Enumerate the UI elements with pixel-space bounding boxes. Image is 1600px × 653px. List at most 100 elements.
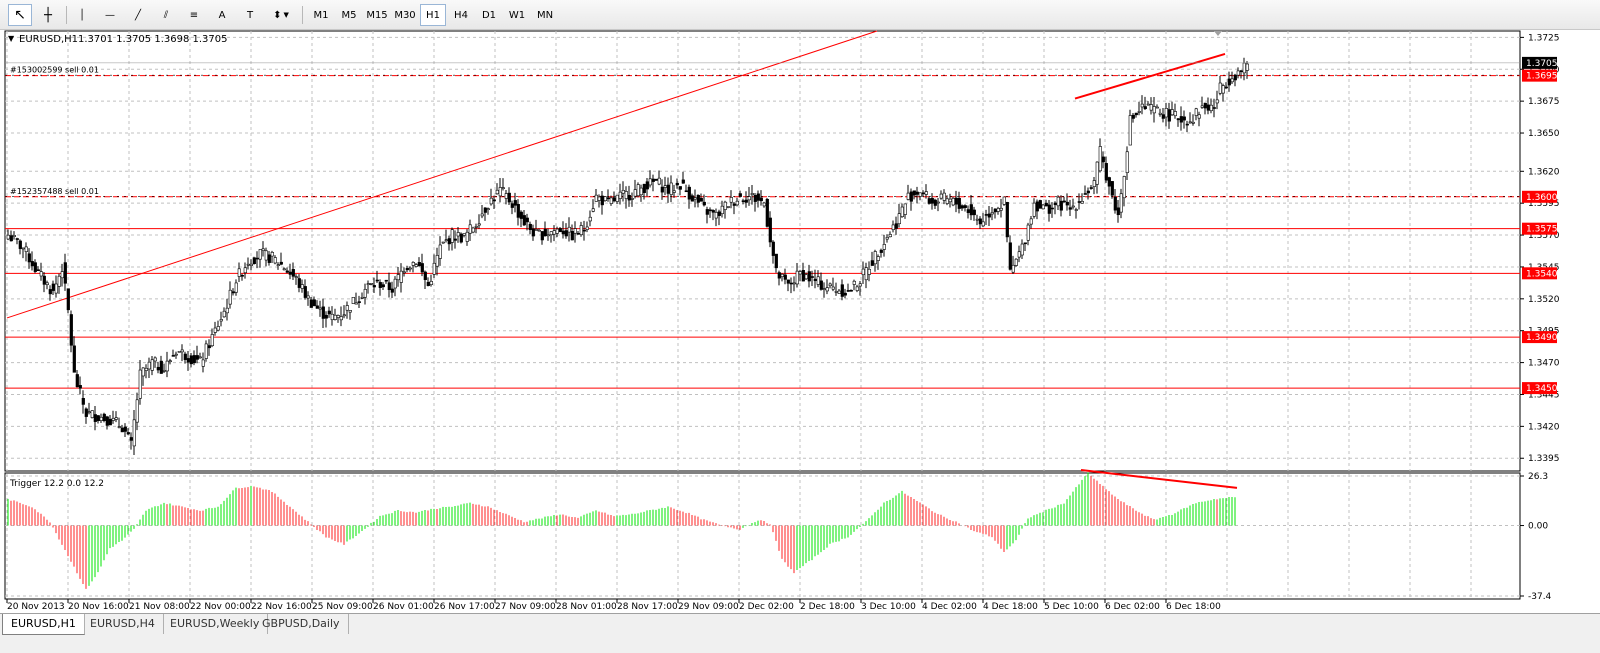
candle-body (939, 193, 943, 199)
tab-eurusd-h1[interactable]: EURUSD,H1 (2, 614, 85, 635)
candle-body (375, 279, 379, 282)
indicator-header: Trigger 12.2 0.0 12.2 (9, 479, 104, 489)
candle-body (783, 274, 787, 280)
candle-body (1131, 114, 1135, 119)
candle-body (102, 413, 106, 421)
vertical-line-button[interactable]: │ (70, 4, 94, 26)
candle-body (576, 232, 580, 235)
candle-body (438, 244, 442, 259)
level-price-label: 1.3695 (1526, 72, 1558, 82)
price-tick-label: 1.3675 (1528, 97, 1560, 107)
timeframe-m30[interactable]: M30 (392, 4, 418, 26)
chart-window[interactable]: #153002599 sell 0.01 #152357488 sell 0.01… (0, 30, 1600, 613)
candle-body (873, 251, 877, 265)
candle-body (180, 349, 184, 353)
candle-body (63, 262, 67, 284)
candle-body (540, 231, 544, 241)
chart-menu-icon[interactable]: ▼ (8, 34, 15, 43)
candle-body (18, 240, 22, 249)
timeframe-m5[interactable]: M5 (336, 4, 362, 26)
timeframe-m1[interactable]: M1 (308, 4, 334, 26)
candle-body (585, 226, 589, 230)
candle-body (579, 225, 583, 235)
candle-body (417, 262, 421, 267)
timeframe-w1[interactable]: W1 (504, 4, 530, 26)
candle-body (834, 291, 838, 293)
candle-body (786, 279, 790, 284)
tab-gbpusd-daily[interactable]: GBPUSD,Daily (254, 614, 349, 634)
candle-body (1071, 205, 1075, 208)
candle-body (1200, 105, 1204, 108)
candle-body (672, 190, 676, 193)
candle-body (381, 284, 385, 288)
candle-body (351, 297, 355, 304)
time-tick-label: 3 Dec 10:00 (861, 602, 916, 612)
toolbar: ↖ ┼ │ — ╱ ⫽ ≡ A T ⬍ ▼ M1 M5 M15 M30 H1 H4 D1 W1… (0, 0, 1600, 30)
timeframe-h4[interactable]: H4 (448, 4, 474, 26)
candle-body (288, 271, 292, 275)
candle-body (432, 262, 436, 275)
candle-body (651, 178, 655, 182)
candle-body (1242, 62, 1246, 74)
candle-body (885, 237, 889, 240)
candle-body (1206, 104, 1210, 111)
candle-body (864, 267, 868, 281)
timeframe-m15[interactable]: M15 (364, 4, 390, 26)
candle-body (612, 197, 616, 202)
fibonacci-button[interactable]: ≡ (182, 4, 206, 26)
candle-body (219, 319, 223, 322)
candle-body (600, 195, 604, 206)
candle-body (468, 224, 472, 234)
candle-body (315, 305, 319, 309)
chart-svg[interactable]: #153002599 sell 0.01 #152357488 sell 0.01… (0, 30, 1600, 613)
candle-body (66, 288, 70, 311)
time-axis[interactable]: 20 Nov 2013 20 Nov 16:00 21 Nov 08:00 22 No… (6, 599, 1221, 612)
candle-body (1032, 202, 1036, 217)
candle-body (1110, 181, 1114, 196)
candle-body (858, 283, 862, 287)
timeframe-d1[interactable]: D1 (476, 4, 502, 26)
candle-body (909, 191, 913, 202)
candle-body (618, 191, 622, 199)
candle-body (819, 280, 823, 290)
timeframe-h1[interactable]: H1 (420, 4, 446, 26)
candle-body (1014, 258, 1018, 266)
text-button[interactable]: A (210, 4, 234, 26)
arrows-button[interactable]: ⬍ ▼ (266, 4, 296, 26)
candle-body (303, 286, 307, 298)
candle-body (1101, 156, 1105, 163)
horizontal-line-button[interactable]: — (98, 4, 122, 26)
candle-body (1122, 176, 1126, 199)
candle-body (147, 361, 151, 370)
candle-body (159, 360, 163, 374)
time-tick-label: 29 Nov 09:00 (678, 602, 739, 612)
candle-body (480, 213, 484, 217)
candle-body (972, 209, 976, 216)
candle-body (210, 334, 214, 347)
candle-body (1218, 82, 1222, 94)
candle-body (222, 310, 226, 318)
tab-eurusd-h4[interactable]: EURUSD,H4 (82, 614, 164, 634)
time-tick-label: 28 Nov 01:00 (556, 602, 617, 612)
candle-body (951, 198, 955, 206)
candle-body (225, 307, 229, 314)
horizontal-line-icon: — (105, 9, 115, 21)
crosshair-button[interactable]: ┼ (36, 4, 60, 26)
equidistant-channel-button[interactable]: ⫽ (154, 4, 178, 26)
text-label-button[interactable]: T (238, 4, 262, 26)
candle-body (1047, 204, 1051, 214)
candle-body (975, 218, 979, 221)
indicator-pane-frame (4, 472, 1521, 600)
candle-body (99, 416, 103, 421)
candle-body (414, 264, 418, 267)
candle-body (486, 208, 490, 210)
timeframe-mn[interactable]: MN (532, 4, 558, 26)
tab-eurusd-weekly[interactable]: EURUSD,Weekly (162, 614, 269, 634)
trendline-button[interactable]: ╱ (126, 4, 150, 26)
candle-body (156, 366, 160, 371)
cursor-button[interactable]: ↖ (8, 4, 32, 26)
candle-body (1227, 78, 1231, 86)
candle-body (945, 198, 949, 204)
candle-body (96, 415, 100, 421)
candle-body (492, 199, 496, 202)
